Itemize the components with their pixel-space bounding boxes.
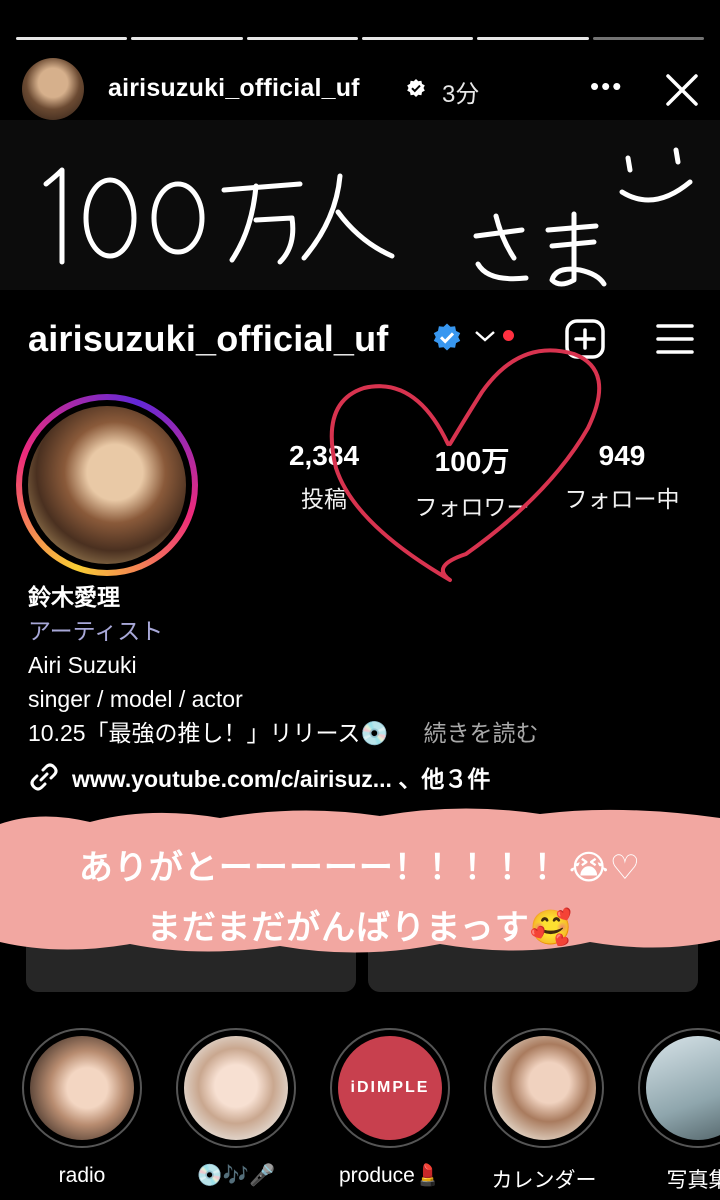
- highlight-thumbnail: iDIMPLE: [338, 1036, 442, 1140]
- highlight-calendar[interactable]: カレンダー: [484, 1028, 604, 1194]
- keep-going-text: まだまだがんばりまっす🥰: [146, 909, 574, 947]
- bio-category[interactable]: アーティスト: [28, 614, 538, 648]
- progress-segment: [592, 37, 704, 40]
- progress-segment: [16, 37, 128, 40]
- handwriting-drawing: [43, 147, 693, 287]
- progress-segment: [131, 37, 243, 40]
- highlight-photobook[interactable]: 写真集: [638, 1028, 720, 1194]
- profile-link[interactable]: www.youtube.com/c/airisuz... 、他３件: [28, 760, 490, 794]
- highlight-label: radio: [58, 1164, 106, 1187]
- bio-line: Airi Suzuki: [28, 652, 137, 678]
- link-text: www.youtube.com/c/airisuz... 、他３件: [72, 766, 491, 792]
- highlight-label: 💿🎶🎤: [196, 1164, 276, 1187]
- highlight-thumbnail: [646, 1036, 720, 1140]
- progress-segment: [477, 37, 589, 40]
- highlight-produce[interactable]: iDIMPLE produce💄: [330, 1028, 450, 1188]
- highlight-radio[interactable]: radio: [22, 1028, 142, 1188]
- more-options-icon[interactable]: •••: [590, 73, 626, 100]
- verified-badge-icon: [407, 79, 425, 97]
- story-username[interactable]: airisuzuki_official_uf: [108, 74, 360, 103]
- story-progress: [16, 37, 704, 40]
- story-avatar[interactable]: [22, 58, 84, 120]
- story-header: airisuzuki_official_uf 3分 •••: [22, 58, 702, 120]
- drawn-heart-icon: [329, 348, 602, 582]
- progress-segment: [246, 37, 358, 40]
- highlight-label: カレンダー: [491, 1169, 597, 1192]
- thanks-text: ありがとーーーーー！！！！！😭♡: [78, 849, 642, 887]
- highlight-label: 写真集: [666, 1169, 720, 1192]
- highlight-thumbnail: [492, 1036, 596, 1140]
- bio-line: singer / model / actor: [28, 686, 243, 712]
- highlight-thumbnail: [30, 1036, 134, 1140]
- link-icon: [30, 763, 58, 791]
- profile-avatar-ring[interactable]: [16, 394, 198, 576]
- profile-bio: 鈴木愛理 アーティスト Airi Suzuki singer / model /…: [28, 580, 538, 750]
- brand-logo-text: iDIMPLE: [350, 1079, 430, 1096]
- highlight-music[interactable]: 💿🎶🎤: [176, 1028, 296, 1188]
- handwriting-area: [0, 120, 720, 290]
- profile-avatar: [28, 406, 186, 564]
- bio-line: 10.25「最強の推し！」リリース💿: [28, 720, 390, 746]
- close-icon[interactable]: [662, 70, 702, 110]
- read-more-link[interactable]: 続きを読む: [423, 720, 538, 746]
- highlight-label: produce💄: [338, 1164, 442, 1187]
- progress-segment: [361, 37, 474, 40]
- hamburger-menu-icon[interactable]: [656, 322, 694, 356]
- highlight-thumbnail: [184, 1036, 288, 1140]
- bio-name: 鈴木愛理: [28, 584, 120, 610]
- story-time: 3分: [442, 81, 480, 108]
